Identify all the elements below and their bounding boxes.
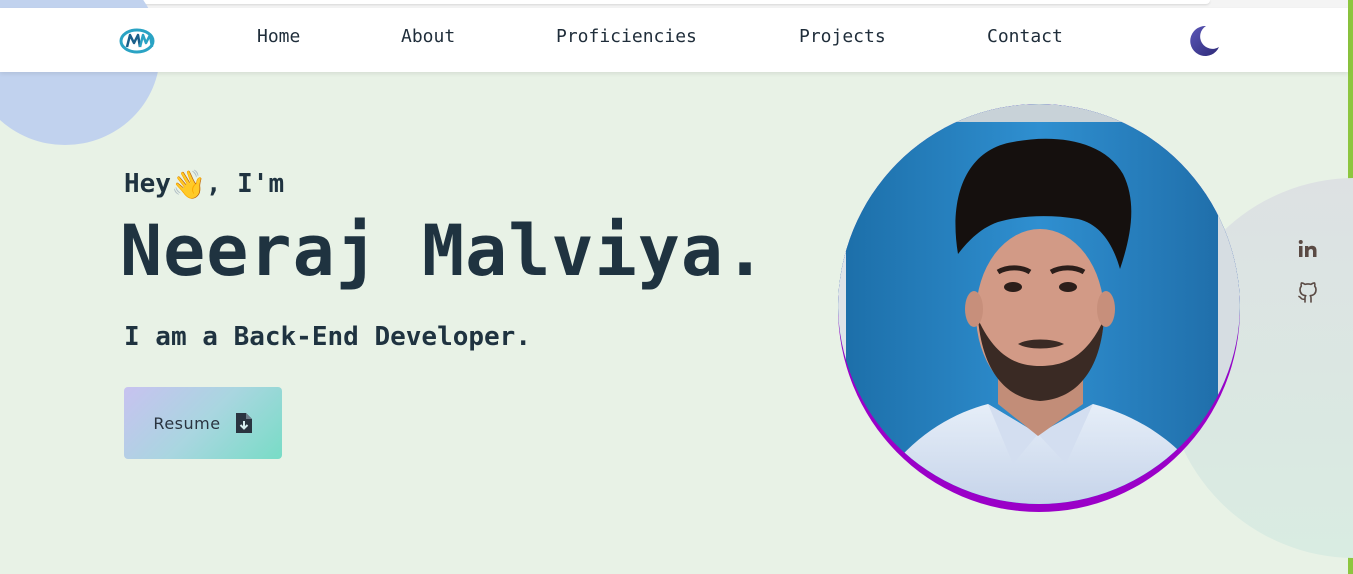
nav-link-projects[interactable]: Projects — [799, 26, 886, 47]
moon-icon — [1190, 25, 1219, 56]
logo[interactable] — [119, 26, 157, 54]
theme-toggle-button[interactable] — [1186, 23, 1222, 59]
file-download-icon — [235, 413, 252, 433]
navbar: Home About Proficiencies Projects Contac… — [0, 8, 1348, 72]
profile-photo — [838, 104, 1240, 504]
resume-label: Resume — [153, 413, 221, 433]
browser-top-bar — [100, 0, 1210, 4]
hero-subtitle: I am a Back-End Developer. — [124, 322, 531, 352]
hero-greeting: Hey👋, I'm — [124, 168, 284, 201]
github-icon — [1298, 282, 1317, 303]
greeting-prefix: Hey — [124, 169, 171, 199]
nav-link-contact[interactable]: Contact — [987, 26, 1063, 47]
greeting-suffix: , I'm — [205, 169, 285, 199]
nm-logo-icon — [119, 28, 155, 54]
waving-hand-icon: 👋 — [170, 168, 206, 201]
browser-top-strip — [0, 0, 1353, 8]
profile-photo-frame — [838, 104, 1240, 512]
hero-name: Neeraj Malviya. — [120, 210, 768, 292]
nav-link-home[interactable]: Home — [257, 26, 300, 47]
person-portrait-icon — [838, 104, 1240, 504]
nav-link-proficiencies[interactable]: Proficiencies — [556, 26, 697, 47]
linkedin-icon — [1298, 240, 1317, 257]
page: Home About Proficiencies Projects Contac… — [0, 0, 1353, 574]
linkedin-link[interactable] — [1296, 237, 1320, 261]
nav-link-about[interactable]: About — [401, 26, 455, 47]
resume-button[interactable]: Resume — [124, 387, 282, 459]
github-link[interactable] — [1296, 280, 1320, 304]
